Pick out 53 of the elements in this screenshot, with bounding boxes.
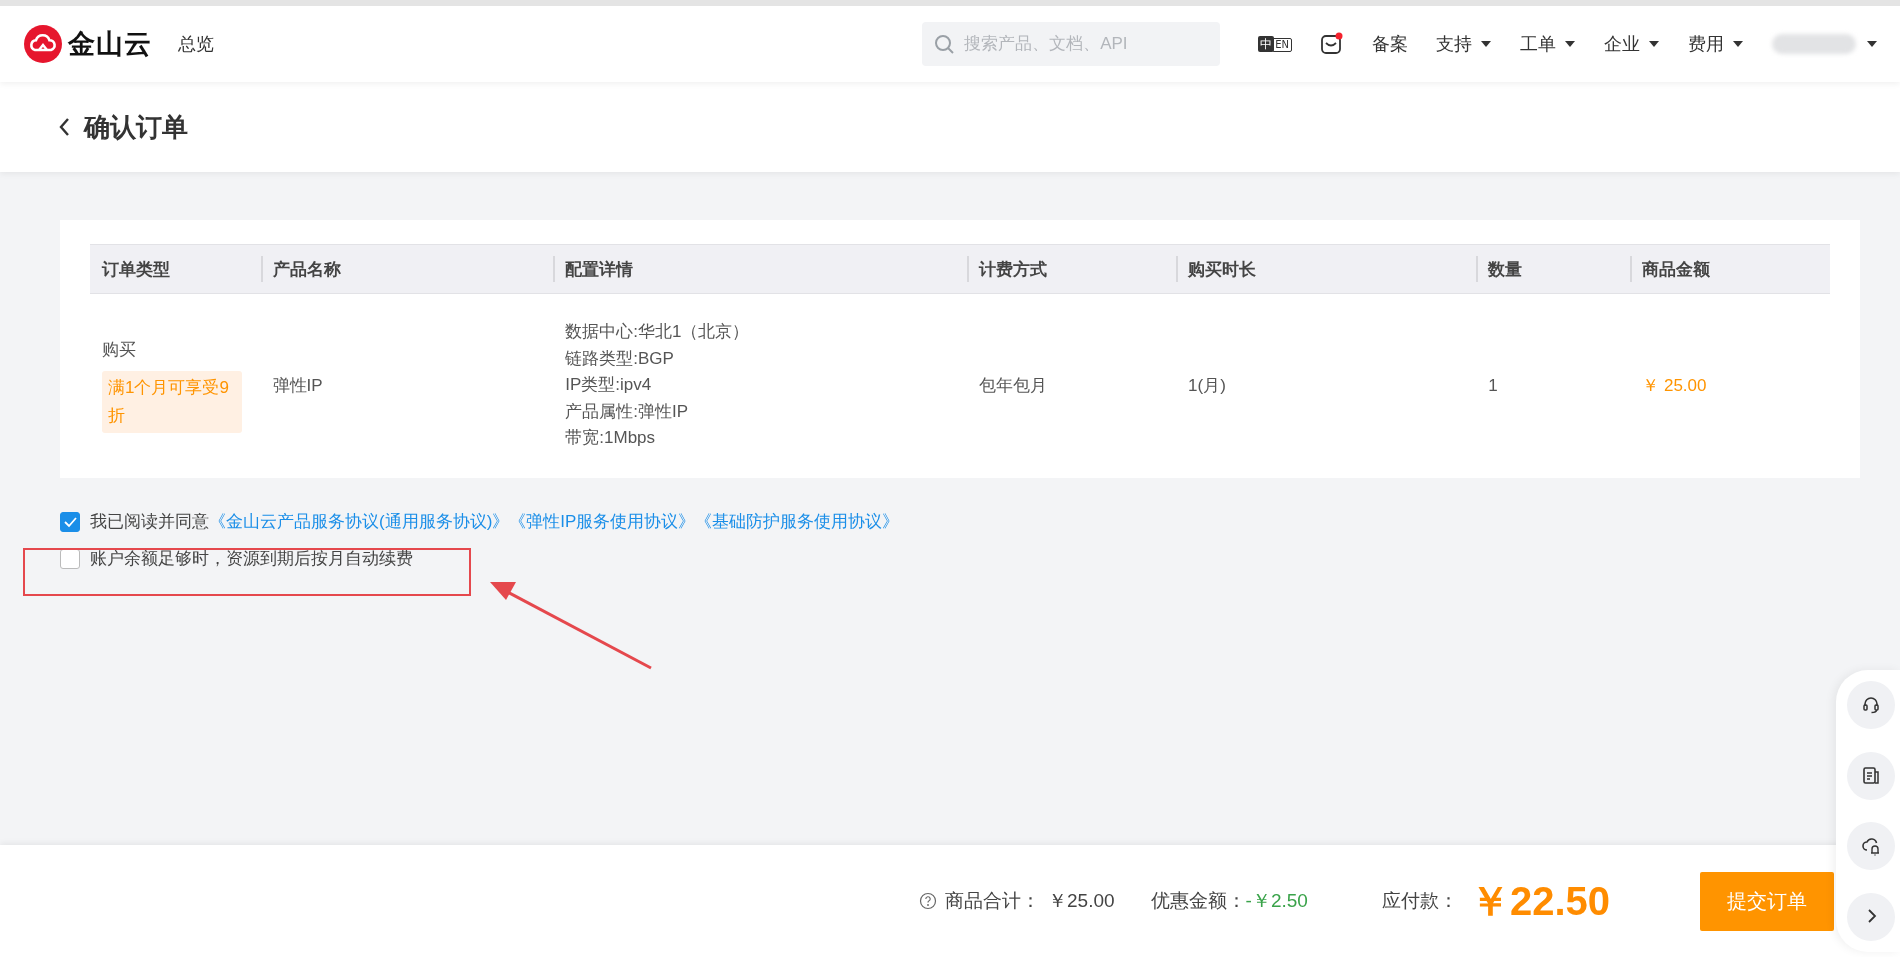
headset-button[interactable] [1847, 681, 1895, 730]
auto-renew-label: 账户余额足够时，资源到期后按月自动续费 [90, 548, 413, 570]
page-title: 确认订单 [84, 110, 188, 144]
caret-icon [1480, 39, 1492, 49]
back-icon[interactable] [58, 117, 72, 137]
menu-dropdown[interactable]: 企业 [1604, 32, 1660, 56]
help-icon[interactable] [919, 892, 938, 910]
column-header: 购买时长 [1176, 244, 1477, 294]
column-header: 订单类型 [90, 244, 261, 294]
product-amount: ￥ 25.00 [1642, 376, 1707, 395]
column-header: 商品金额 [1630, 244, 1830, 294]
column-header: 配置详情 [553, 244, 968, 294]
config-detail: IP类型:ipv4 [565, 374, 653, 397]
checkbox[interactable] [60, 511, 80, 532]
purchase-duration: 1(月) [1188, 376, 1226, 395]
nav-link[interactable]: 备案 [1372, 32, 1408, 56]
cloud-bell-icon [1861, 835, 1881, 858]
config-detail: 带宽:1Mbps [565, 427, 657, 450]
search-field[interactable]: 搜索产品、文档、API [922, 22, 1221, 66]
billing-method: 包年包月 [979, 376, 1048, 395]
config-detail: 数据中心:华北1（北京） [565, 321, 751, 344]
payable-amount: ￥22.50 [1469, 877, 1610, 925]
config-detail: 链路类型:BGP [565, 347, 675, 370]
config-detail: 产品属性:弹性IP [565, 400, 690, 423]
document-button[interactable] [1847, 751, 1895, 800]
document-icon [1861, 764, 1881, 787]
checkbox[interactable] [60, 548, 80, 569]
subtotal-amount: ￥25.00 [1048, 889, 1115, 913]
order-type: 购买 [102, 339, 136, 361]
search-icon [934, 34, 955, 54]
caret-icon [1648, 39, 1660, 49]
agreement-text: 我已阅读并同意《金山云产品服务协议(通用服务协议)》《弹性IP服务使用协议》《基础防护服务使用协议》 [90, 511, 900, 533]
column-header: 计费方式 [967, 244, 1177, 294]
cloud-bell-button[interactable] [1847, 822, 1895, 871]
discount-tag: 满1个月可享受9折 [102, 371, 242, 433]
quantity: 1 [1488, 375, 1498, 395]
subtotal-label: 商品合计： [945, 889, 1041, 913]
menu-dropdown[interactable]: 工单 [1520, 32, 1576, 56]
cloud-logo-icon[interactable] [24, 25, 62, 63]
menu-dropdown[interactable]: 支持 [1436, 32, 1492, 56]
logo-text[interactable]: 金山云 [68, 26, 152, 62]
payable-label: 应付款： [1381, 889, 1458, 913]
discount-amount: -￥2.50 [1245, 889, 1308, 913]
discount-label: 优惠金额： [1150, 889, 1246, 913]
product-name: 弹性IP [272, 376, 323, 395]
overview-link[interactable]: 总览 [178, 32, 214, 56]
column-header: 数量 [1476, 244, 1631, 294]
menu-dropdown[interactable]: 费用 [1688, 32, 1744, 56]
caret-icon [1732, 39, 1744, 49]
message-icon[interactable] [1320, 32, 1344, 56]
caret-icon [1564, 39, 1576, 49]
column-header: 产品名称 [260, 244, 554, 294]
caret-icon [1866, 39, 1878, 49]
